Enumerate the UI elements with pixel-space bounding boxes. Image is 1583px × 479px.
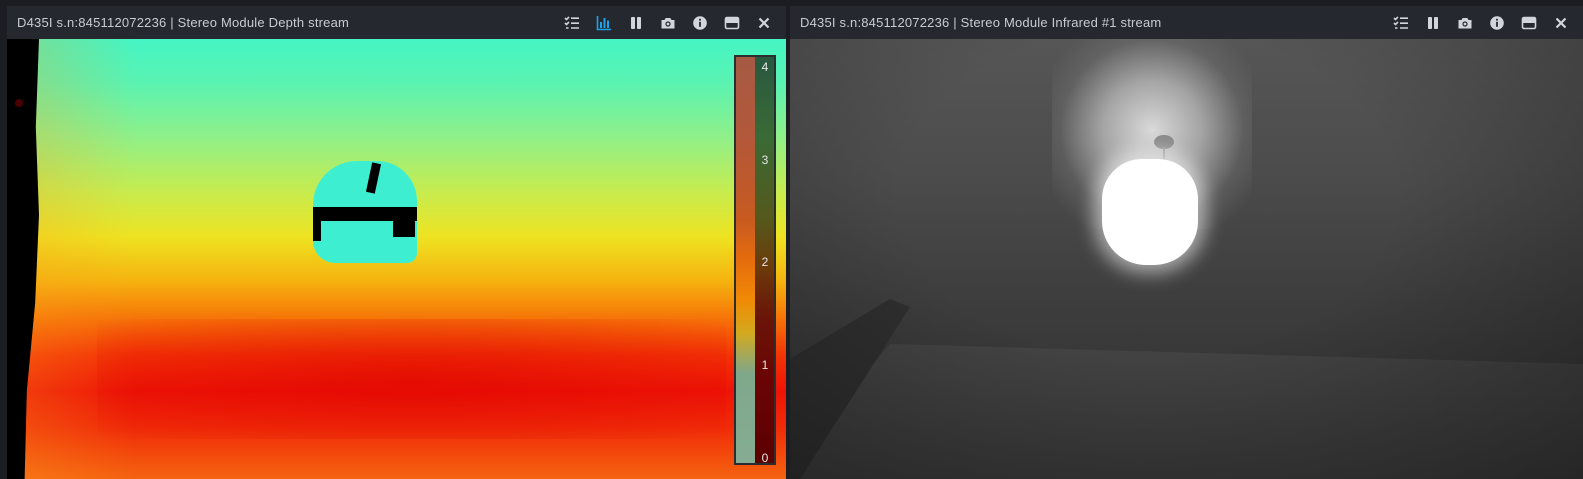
pause-button[interactable]	[1417, 6, 1449, 39]
camera-button[interactable]	[1449, 6, 1481, 39]
info-icon	[1490, 15, 1504, 30]
controls-icon	[564, 15, 579, 29]
info-button[interactable]	[684, 6, 716, 39]
maximize-icon	[1521, 16, 1537, 29]
depth-stream-title: D435I s.n:845112072236 | Stereo Module D…	[17, 15, 350, 30]
depth-object-hole	[313, 207, 417, 221]
maximize-button[interactable]	[1513, 6, 1545, 39]
infrared-stream-title: D435I s.n:845112072236 | Stereo Module I…	[800, 15, 1162, 30]
depth-artifact	[15, 99, 23, 107]
infrared-stream-panel: D435I s.n:845112072236 | Stereo Module I…	[790, 6, 1583, 479]
vignette	[790, 39, 1583, 479]
depth-object	[313, 161, 417, 263]
controls-icon	[1393, 15, 1408, 29]
colorbar-tick-label: 3	[761, 153, 769, 167]
colorbar-tick-label: 1	[761, 358, 769, 372]
infrared-stream-titlebar: D435I s.n:845112072236 | Stereo Module I…	[790, 6, 1583, 39]
depth-object-hole	[313, 221, 321, 241]
close-button[interactable]	[748, 6, 780, 39]
camera-icon	[661, 17, 675, 28]
pause-icon	[1428, 16, 1438, 29]
info-button[interactable]	[1481, 6, 1513, 39]
colorbar-tick-label: 0	[761, 451, 769, 465]
depth-stream-toolbar	[556, 6, 786, 39]
depth-object-hole	[365, 162, 382, 194]
close-button[interactable]	[1545, 6, 1577, 39]
metrics-button[interactable]	[588, 6, 620, 39]
depth-colorbar: 4 3 2 1 0	[734, 55, 776, 465]
controls-button[interactable]	[1385, 6, 1417, 39]
lamp-shade	[1102, 159, 1198, 265]
colorbar-scale	[736, 57, 755, 463]
depth-object-hole	[393, 221, 415, 237]
info-icon	[693, 15, 707, 30]
colorbar-tick-label: 2	[761, 255, 769, 269]
depth-near-region	[97, 319, 726, 439]
colorbar-tick-label: 4	[761, 60, 769, 74]
depth-stream-view[interactable]: 4 3 2 1 0	[7, 39, 786, 479]
metrics-icon	[596, 15, 611, 30]
camera-icon	[1458, 17, 1472, 28]
close-icon	[1555, 17, 1567, 28]
pause-button[interactable]	[620, 6, 652, 39]
depth-stream-panel: D435I s.n:845112072236 | Stereo Module D…	[7, 6, 786, 479]
maximize-button[interactable]	[716, 6, 748, 39]
controls-button[interactable]	[556, 6, 588, 39]
pause-icon	[631, 16, 641, 29]
infrared-stream-view[interactable]	[790, 39, 1583, 479]
close-icon	[758, 17, 770, 28]
depth-stream-titlebar: D435I s.n:845112072236 | Stereo Module D…	[7, 6, 786, 39]
camera-button[interactable]	[652, 6, 684, 39]
infrared-stream-toolbar	[1385, 6, 1583, 39]
maximize-icon	[724, 16, 740, 29]
